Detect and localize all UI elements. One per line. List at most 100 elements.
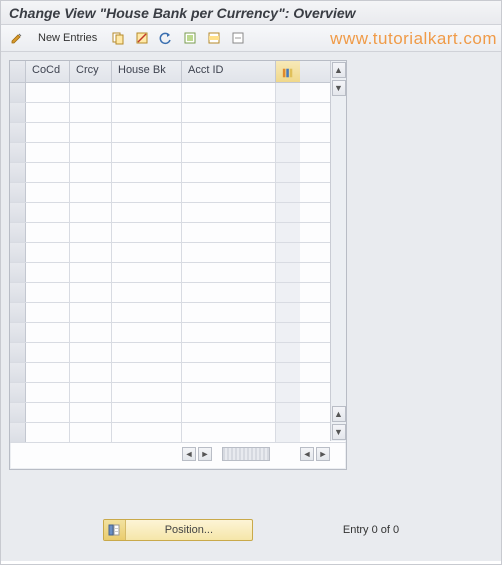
cell-housebk[interactable] bbox=[112, 423, 182, 442]
cell-crcy[interactable] bbox=[70, 363, 112, 382]
cell-crcy[interactable] bbox=[70, 263, 112, 282]
cell-crcy[interactable] bbox=[70, 223, 112, 242]
cell-acctid[interactable] bbox=[182, 143, 276, 162]
cell-housebk[interactable] bbox=[112, 323, 182, 342]
cell-cocd[interactable] bbox=[26, 303, 70, 322]
cell-housebk[interactable] bbox=[112, 83, 182, 102]
cell-housebk[interactable] bbox=[112, 103, 182, 122]
cell-acctid[interactable] bbox=[182, 163, 276, 182]
cell-acctid[interactable] bbox=[182, 363, 276, 382]
cell-acctid[interactable] bbox=[182, 203, 276, 222]
cell-housebk[interactable] bbox=[112, 243, 182, 262]
cell-crcy[interactable] bbox=[70, 143, 112, 162]
cell-crcy[interactable] bbox=[70, 163, 112, 182]
cell-acctid[interactable] bbox=[182, 403, 276, 422]
undo-icon[interactable] bbox=[156, 28, 176, 48]
cell-housebk[interactable] bbox=[112, 383, 182, 402]
cell-crcy[interactable] bbox=[70, 103, 112, 122]
cell-cocd[interactable] bbox=[26, 363, 70, 382]
table-row[interactable] bbox=[10, 323, 346, 343]
cell-housebk[interactable] bbox=[112, 303, 182, 322]
cell-cocd[interactable] bbox=[26, 343, 70, 362]
table-row[interactable] bbox=[10, 423, 346, 443]
table-row[interactable] bbox=[10, 163, 346, 183]
row-header[interactable] bbox=[10, 243, 26, 262]
cell-cocd[interactable] bbox=[26, 143, 70, 162]
cell-acctid[interactable] bbox=[182, 183, 276, 202]
row-header[interactable] bbox=[10, 403, 26, 422]
cell-housebk[interactable] bbox=[112, 343, 182, 362]
table-row[interactable] bbox=[10, 383, 346, 403]
cell-cocd[interactable] bbox=[26, 183, 70, 202]
table-row[interactable] bbox=[10, 183, 346, 203]
row-header-corner[interactable] bbox=[10, 61, 26, 82]
cell-acctid[interactable] bbox=[182, 123, 276, 142]
hscroll-right-button[interactable]: ► bbox=[198, 447, 212, 461]
row-header[interactable] bbox=[10, 143, 26, 162]
toggle-display-icon[interactable] bbox=[7, 28, 27, 48]
cell-cocd[interactable] bbox=[26, 243, 70, 262]
cell-housebk[interactable] bbox=[112, 263, 182, 282]
table-row[interactable] bbox=[10, 403, 346, 423]
column-header-housebk[interactable]: House Bk bbox=[112, 61, 182, 82]
cell-cocd[interactable] bbox=[26, 423, 70, 442]
row-header[interactable] bbox=[10, 283, 26, 302]
cell-crcy[interactable] bbox=[70, 203, 112, 222]
select-block-icon[interactable] bbox=[204, 28, 224, 48]
cell-cocd[interactable] bbox=[26, 83, 70, 102]
row-header[interactable] bbox=[10, 423, 26, 442]
cell-cocd[interactable] bbox=[26, 203, 70, 222]
hscroll-right2-button[interactable]: ► bbox=[316, 447, 330, 461]
cell-acctid[interactable] bbox=[182, 383, 276, 402]
cell-acctid[interactable] bbox=[182, 323, 276, 342]
cell-cocd[interactable] bbox=[26, 323, 70, 342]
column-header-acctid[interactable]: Acct ID bbox=[182, 61, 276, 82]
row-header[interactable] bbox=[10, 383, 26, 402]
cell-crcy[interactable] bbox=[70, 383, 112, 402]
cell-housebk[interactable] bbox=[112, 143, 182, 162]
row-header[interactable] bbox=[10, 163, 26, 182]
column-header-crcy[interactable]: Crcy bbox=[70, 61, 112, 82]
copy-icon[interactable] bbox=[108, 28, 128, 48]
cell-crcy[interactable] bbox=[70, 183, 112, 202]
cell-housebk[interactable] bbox=[112, 283, 182, 302]
delete-icon[interactable] bbox=[132, 28, 152, 48]
cell-crcy[interactable] bbox=[70, 403, 112, 422]
cell-cocd[interactable] bbox=[26, 283, 70, 302]
table-row[interactable] bbox=[10, 303, 346, 323]
row-header[interactable] bbox=[10, 323, 26, 342]
cell-acctid[interactable] bbox=[182, 243, 276, 262]
table-row[interactable] bbox=[10, 223, 346, 243]
scroll-up-button[interactable]: ▲ bbox=[332, 62, 346, 78]
select-all-icon[interactable] bbox=[180, 28, 200, 48]
cell-crcy[interactable] bbox=[70, 123, 112, 142]
cell-acctid[interactable] bbox=[182, 263, 276, 282]
cell-cocd[interactable] bbox=[26, 103, 70, 122]
hscroll-left-button[interactable]: ◄ bbox=[182, 447, 196, 461]
table-row[interactable] bbox=[10, 343, 346, 363]
row-header[interactable] bbox=[10, 263, 26, 282]
table-row[interactable] bbox=[10, 103, 346, 123]
cell-acctid[interactable] bbox=[182, 283, 276, 302]
cell-crcy[interactable] bbox=[70, 283, 112, 302]
cell-housebk[interactable] bbox=[112, 363, 182, 382]
row-header[interactable] bbox=[10, 303, 26, 322]
cell-acctid[interactable] bbox=[182, 343, 276, 362]
hscroll-thumb[interactable] bbox=[222, 447, 270, 461]
row-header[interactable] bbox=[10, 183, 26, 202]
table-row[interactable] bbox=[10, 203, 346, 223]
cell-cocd[interactable] bbox=[26, 383, 70, 402]
row-header[interactable] bbox=[10, 343, 26, 362]
cell-cocd[interactable] bbox=[26, 223, 70, 242]
cell-crcy[interactable] bbox=[70, 83, 112, 102]
deselect-all-icon[interactable] bbox=[228, 28, 248, 48]
cell-acctid[interactable] bbox=[182, 83, 276, 102]
cell-cocd[interactable] bbox=[26, 403, 70, 422]
cell-acctid[interactable] bbox=[182, 223, 276, 242]
new-entries-button[interactable]: New Entries bbox=[31, 28, 104, 48]
row-header[interactable] bbox=[10, 223, 26, 242]
cell-housebk[interactable] bbox=[112, 123, 182, 142]
hscroll-left2-button[interactable]: ◄ bbox=[300, 447, 314, 461]
position-button[interactable]: Position... bbox=[103, 519, 253, 541]
cell-housebk[interactable] bbox=[112, 203, 182, 222]
